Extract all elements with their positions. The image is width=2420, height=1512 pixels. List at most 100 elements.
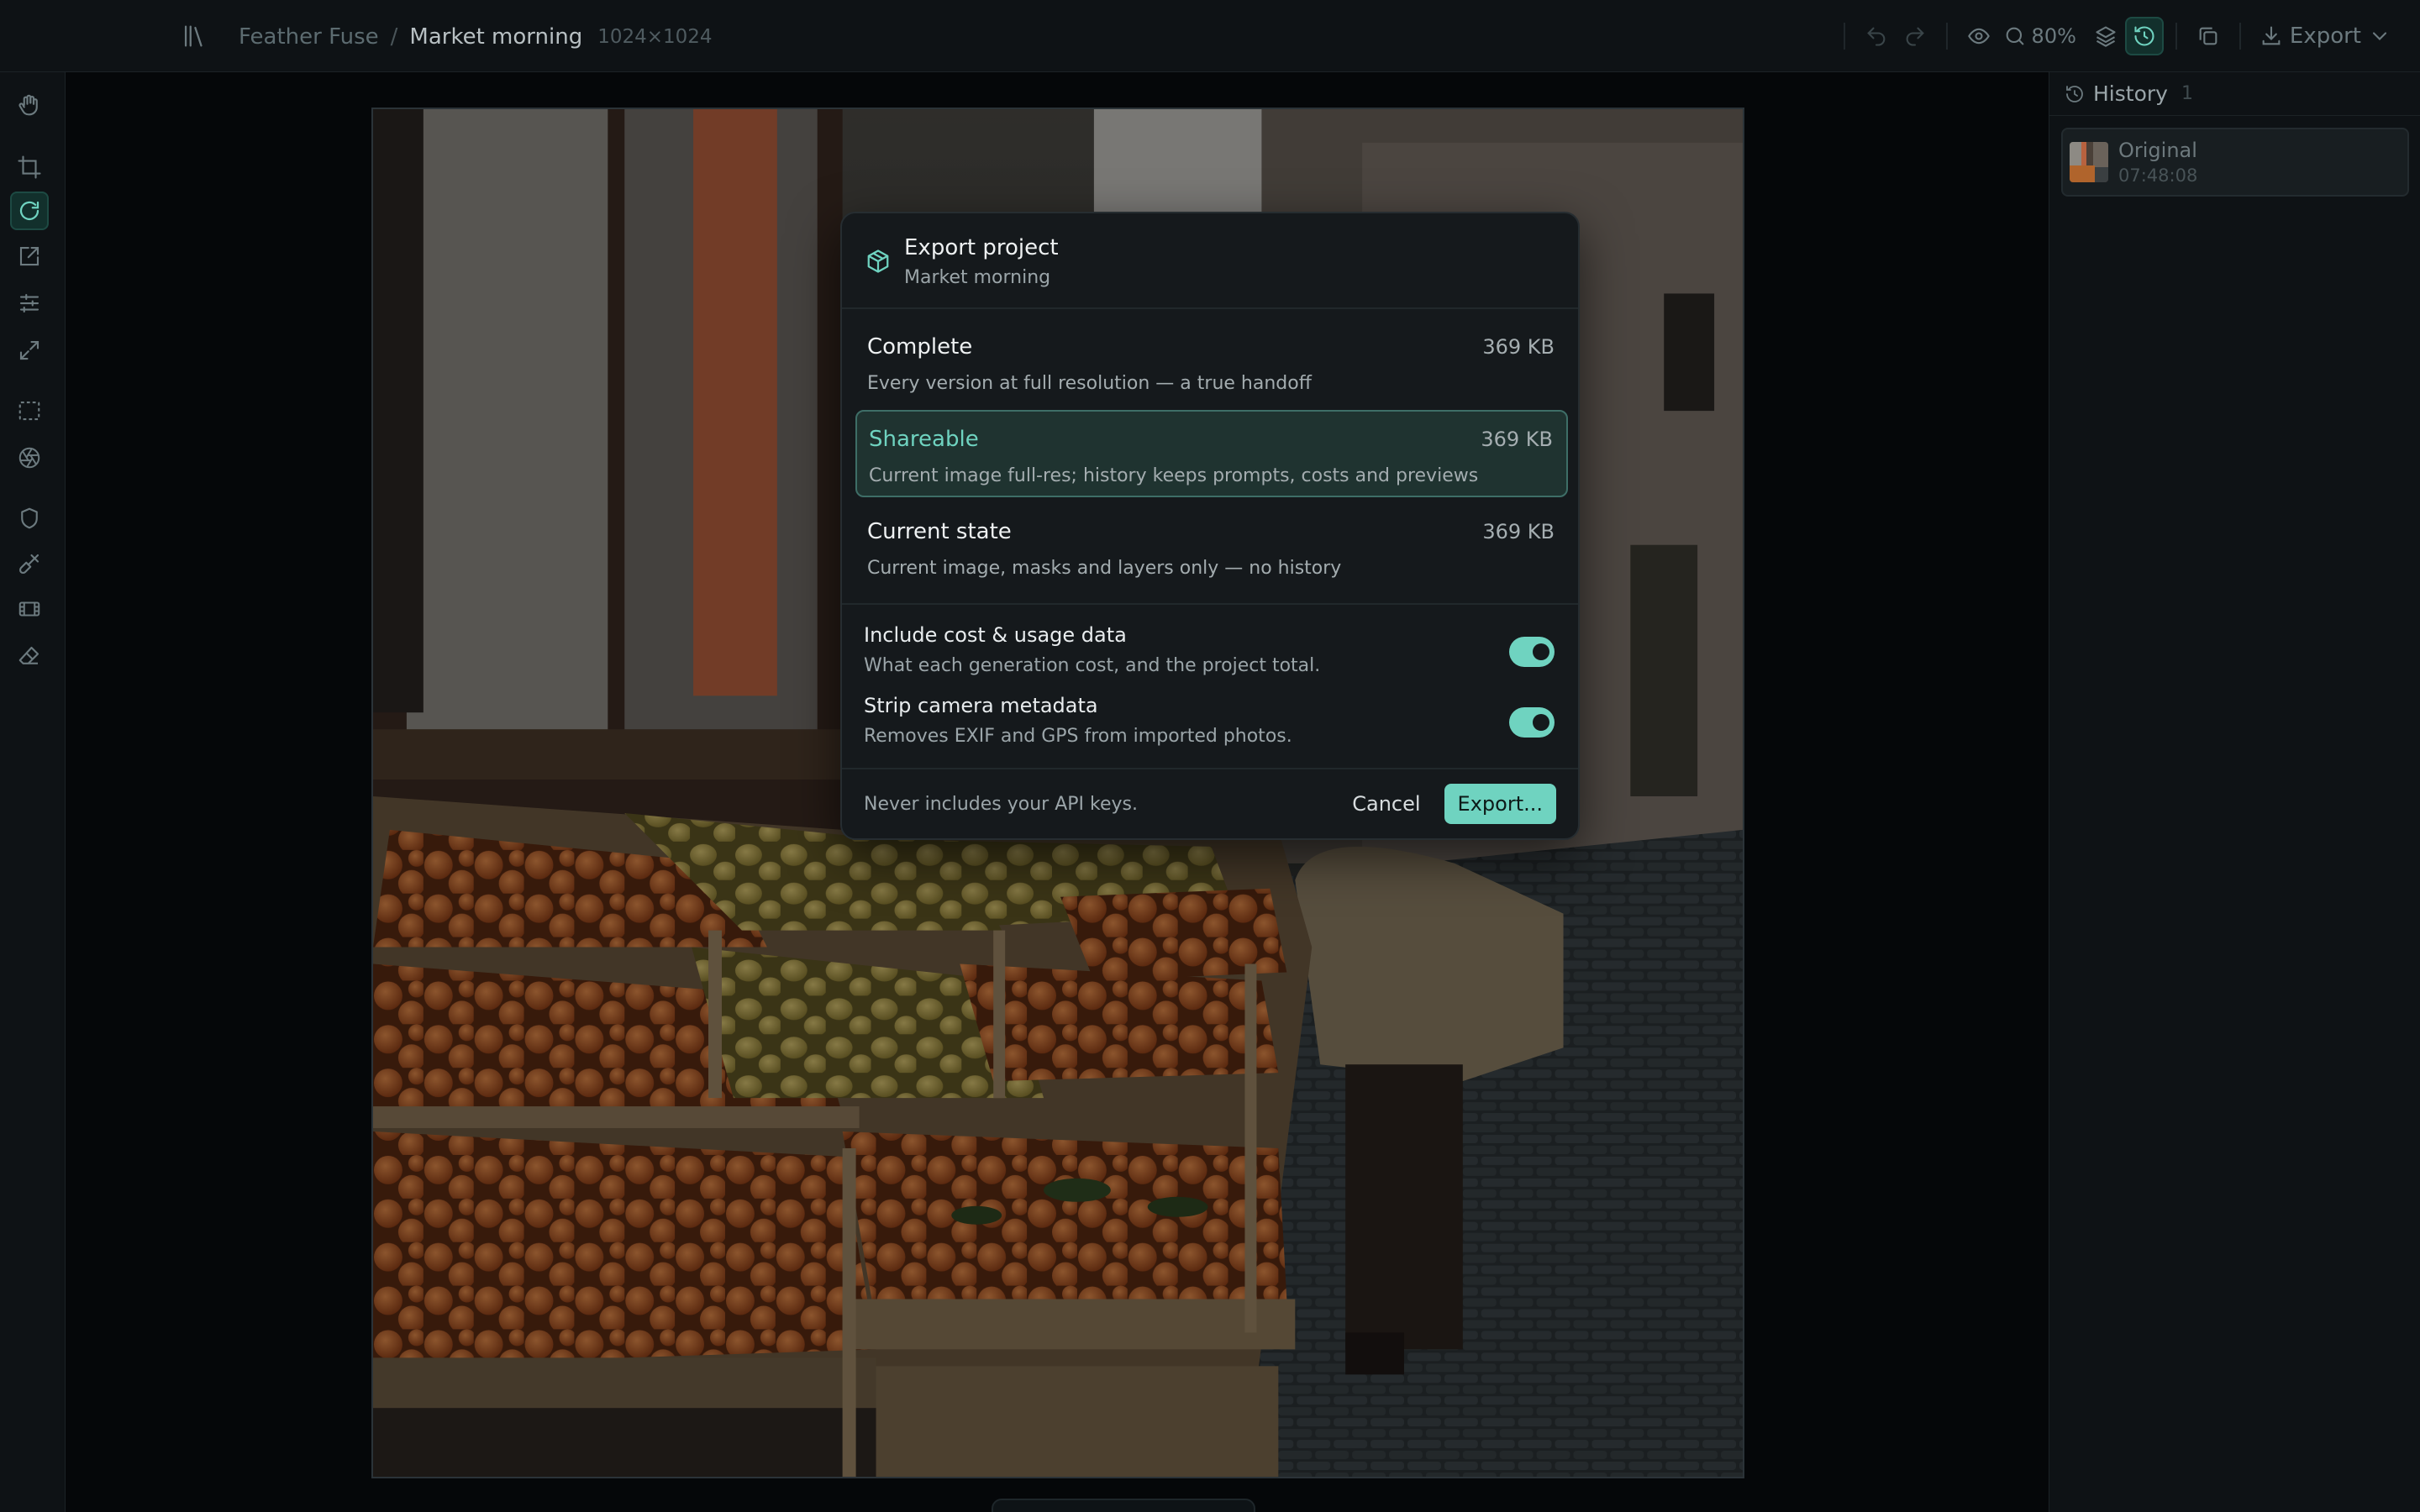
option-row: Current state 369 KB (867, 519, 1555, 544)
toggle-label: Strip camera metadata (864, 694, 1098, 717)
option-complete[interactable]: Complete 369 KB Every version at full re… (855, 319, 1568, 407)
adjust-sliders-icon (19, 293, 39, 313)
history-item-text: Original 07:48:08 (2118, 139, 2197, 186)
zoom-level: 80% (2031, 24, 2076, 48)
marquee-select-icon (18, 401, 40, 421)
toolbar-right: 80% Export (1832, 17, 2398, 55)
option-size: 369 KB (1482, 335, 1555, 359)
option-size: 369 KB (1481, 428, 1553, 451)
top-bar: Feather Fuse / Market morning 1024×1024 … (0, 0, 2420, 72)
eraser-tool[interactable] (10, 637, 49, 675)
document-title[interactable]: Market morning (409, 24, 582, 50)
breadcrumb-app[interactable]: Feather Fuse (239, 24, 379, 50)
dialog-footer: Never includes your API keys. Cancel Exp… (842, 769, 1578, 838)
shield-icon (21, 507, 38, 529)
option-name: Complete (867, 334, 973, 360)
download-icon (2262, 26, 2281, 45)
lens-tool[interactable] (10, 438, 49, 477)
film-icon (18, 601, 40, 617)
export-menu-button[interactable]: Export (2253, 24, 2398, 49)
protect-tool[interactable] (10, 499, 49, 538)
include-cost-toggle[interactable] (1509, 637, 1555, 667)
tool-rail (0, 72, 66, 1512)
crop-tool[interactable] (10, 148, 49, 186)
option-row: Shareable 369 KB (869, 427, 1553, 452)
chevron-down-icon (2372, 32, 2387, 40)
dialog-header: Export project Market morning (842, 213, 1578, 309)
search-icon (2006, 27, 2023, 45)
history-icon (2134, 26, 2154, 46)
undo-icon (1866, 27, 1885, 46)
regenerate-tool[interactable] (10, 192, 49, 230)
toolbar-divider (2238, 23, 2241, 50)
brush-icon (19, 554, 39, 574)
toggle-description: Removes EXIF and GPS from imported photo… (864, 726, 1292, 747)
select-tool[interactable] (10, 391, 49, 430)
option-name: Current state (867, 519, 1012, 544)
option-row: Complete 369 KB (867, 334, 1555, 360)
undo-button[interactable] (1857, 17, 1896, 55)
toolbar-divider (2175, 23, 2177, 50)
toggle-label: Include cost & usage data (864, 623, 1127, 647)
export-confirm-button[interactable]: Export... (1444, 784, 1556, 824)
toggle-row-strip-metadata: Strip camera metadata Removes EXIF and G… (864, 694, 1556, 747)
strip-metadata-toggle[interactable] (1509, 707, 1555, 738)
brush-tool[interactable] (10, 544, 49, 583)
eraser-icon (18, 646, 39, 664)
option-size: 369 KB (1482, 520, 1555, 543)
zoom-control[interactable]: 80% (2003, 24, 2076, 48)
layers-icon (2096, 26, 2116, 47)
option-current-state[interactable]: Current state 369 KB Current image, mask… (855, 504, 1568, 591)
copy-icon (2199, 27, 2217, 45)
history-item-time: 07:48:08 (2118, 165, 2198, 186)
aperture-icon (18, 447, 40, 469)
history-thumbnail (2070, 142, 2108, 182)
duplicate-button[interactable] (2189, 17, 2228, 55)
upscale-tool[interactable] (10, 331, 49, 370)
option-description: Every version at full resolution — a tru… (867, 373, 1312, 394)
edit-external-icon (19, 246, 39, 266)
redo-button[interactable] (1896, 17, 1934, 55)
crop-icon (18, 155, 41, 179)
layers-button[interactable] (2086, 17, 2125, 55)
breadcrumb: Feather Fuse / Market morning 1024×1024 (239, 20, 713, 54)
expand-icon (19, 340, 39, 360)
rotate-icon (19, 201, 39, 221)
history-header: History 1 (2049, 72, 2420, 116)
api-keys-note: Never includes your API keys. (864, 793, 1138, 815)
history-icon (2066, 85, 2083, 102)
export-settings: Include cost & usage data What each gene… (842, 605, 1578, 769)
dialog-heading: Export project Market morning (904, 235, 1059, 288)
history-panel: History 1 Original 07:48:08 (2049, 72, 2420, 1512)
history-count: 1 (2181, 83, 2193, 104)
app-window: Feather Fuse / Market morning 1024×1024 … (0, 0, 2420, 1512)
film-tool[interactable] (10, 590, 49, 628)
package-icon (867, 249, 889, 273)
redo-icon (1906, 27, 1924, 46)
document-dimensions: 1024×1024 (597, 26, 713, 48)
toggle-row-cost-data: Include cost & usage data What each gene… (864, 623, 1556, 676)
hand-icon (18, 94, 38, 116)
option-description: Current image full-res; history keeps pr… (869, 465, 1479, 486)
cancel-button[interactable]: Cancel (1340, 785, 1432, 822)
library-icon[interactable] (180, 22, 208, 50)
dialog-title: Export project (904, 235, 1059, 260)
export-menu-label: Export (2289, 24, 2361, 49)
option-shareable[interactable]: Shareable 369 KB Current image full-res;… (855, 410, 1568, 497)
export-project-dialog: Export project Market morning Complete 3… (840, 212, 1580, 840)
adjust-tool[interactable] (10, 284, 49, 323)
history-item[interactable]: Original 07:48:08 (2061, 128, 2409, 197)
edit-tool[interactable] (10, 237, 49, 276)
dialog-subtitle: Market morning (904, 267, 1051, 288)
hand-tool[interactable] (10, 86, 49, 124)
history-toggle-button[interactable] (2124, 17, 2164, 55)
toggle-description: What each generation cost, and the proje… (864, 655, 1321, 676)
toolbar-divider (1945, 23, 1948, 50)
eye-icon (1967, 28, 1990, 45)
history-item-name: Original (2118, 139, 2197, 162)
history-title: History (2093, 81, 2168, 106)
preview-button[interactable] (1960, 17, 1998, 55)
export-options: Complete 369 KB Every version at full re… (842, 309, 1578, 605)
option-name: Shareable (869, 427, 979, 452)
option-description: Current image, masks and layers only — n… (867, 558, 1342, 579)
